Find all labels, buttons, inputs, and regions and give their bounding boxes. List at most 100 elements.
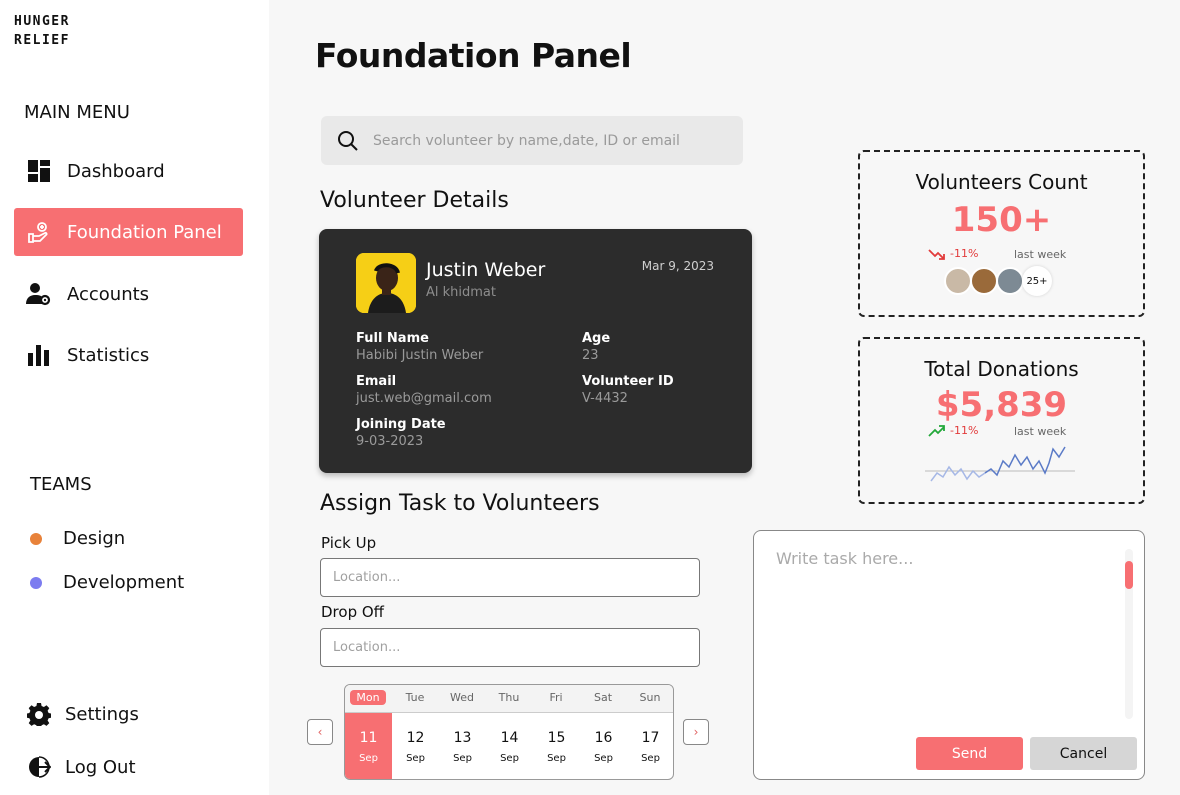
logout-label: Log Out <box>65 756 136 778</box>
calendar-header: Mon Tue Wed Thu Fri Sat Sun <box>345 685 673 713</box>
volunteer-name: Justin Weber <box>426 259 546 281</box>
brand-logo[interactable]: HUNGER RELIEF <box>14 12 70 50</box>
sidebar-item-dashboard[interactable]: Dashboard <box>14 147 243 195</box>
task-composer: Send Cancel <box>753 530 1145 780</box>
sidebar-item-label: Dashboard <box>67 160 165 182</box>
hand-heart-icon <box>26 219 52 245</box>
volunteers-count-title: Volunteers Count <box>915 170 1088 194</box>
logout-button[interactable]: Log Out <box>26 754 136 780</box>
logout-icon <box>26 754 52 780</box>
week-calendar: Mon Tue Wed Thu Fri Sat Sun 11 Sep 12 Se… <box>344 684 674 780</box>
volunteer-card: Justin Weber Al khidmat Mar 9, 2023 Full… <box>319 229 752 473</box>
joining-date-label: Joining Date <box>356 417 446 432</box>
calendar-day-15[interactable]: 15 Sep <box>533 713 580 779</box>
calendar-day-17[interactable]: 17 Sep <box>627 713 673 779</box>
main-menu-title: MAIN MENU <box>24 102 130 123</box>
settings-button[interactable]: Settings <box>26 701 139 727</box>
task-scrollbar[interactable] <box>1125 549 1133 719</box>
trend-down-icon <box>928 248 946 260</box>
cancel-button[interactable]: Cancel <box>1030 737 1137 770</box>
day-number: 11 <box>359 730 378 746</box>
total-donations-card: Total Donations $5,839 -11% last week <box>858 337 1145 504</box>
volunteer-date: Mar 9, 2023 <box>641 259 714 273</box>
calendar-day-11[interactable]: 11 Sep <box>345 713 392 779</box>
day-number: 15 <box>547 730 566 746</box>
chevron-right-icon: › <box>693 725 699 739</box>
sidebar-item-label: Foundation Panel <box>67 221 222 243</box>
team-label: Development <box>63 572 185 593</box>
sidebar-item-foundation-panel[interactable]: Foundation Panel <box>14 208 243 256</box>
gear-icon <box>26 701 52 727</box>
day-name: Thu <box>498 691 520 704</box>
day-month: Sep <box>641 753 660 764</box>
calendar-day-16[interactable]: 16 Sep <box>580 713 627 779</box>
send-button[interactable]: Send <box>916 737 1023 770</box>
donations-trend: -11% <box>928 424 978 437</box>
task-textarea[interactable] <box>776 549 1116 719</box>
sidebar-item-accounts[interactable]: Accounts <box>14 270 243 318</box>
settings-label: Settings <box>65 703 139 725</box>
sidebar-item-label: Statistics <box>67 344 150 366</box>
volunteers-count-value: 150+ <box>951 200 1052 240</box>
total-donations-value: $5,839 <box>935 385 1068 425</box>
pickup-location-input[interactable] <box>320 558 700 597</box>
sidebar: HUNGER RELIEF MAIN MENU Dashboard Founda… <box>0 0 269 795</box>
age-value: 23 <box>582 348 599 363</box>
day-number: 16 <box>594 730 613 746</box>
calendar-day-12[interactable]: 12 Sep <box>392 713 439 779</box>
dropoff-location-input[interactable] <box>320 628 700 667</box>
pickup-label: Pick Up <box>321 534 377 552</box>
avatar <box>356 253 416 313</box>
volunteer-org: Al khidmat <box>426 285 496 300</box>
team-color-dot <box>30 576 42 589</box>
avatar <box>944 267 972 295</box>
volunteers-trend: -11% <box>928 247 978 260</box>
trend-up-icon <box>928 424 946 437</box>
bar-chart-icon <box>26 342 52 368</box>
day-number: 14 <box>500 730 519 746</box>
avatar <box>996 267 1024 295</box>
full-name-value: Habibi Justin Weber <box>356 348 484 363</box>
calendar-next-button[interactable]: › <box>683 719 709 745</box>
calendar-day-14[interactable]: 14 Sep <box>486 713 533 779</box>
day-month: Sep <box>594 753 613 764</box>
search-bar[interactable] <box>321 116 743 165</box>
more-volunteers-count: 25+ <box>1022 266 1052 296</box>
sidebar-item-label: Accounts <box>67 283 150 305</box>
volunteer-id-value: V-4432 <box>582 391 628 406</box>
team-item-design[interactable]: Design <box>30 528 125 549</box>
day-month: Sep <box>406 753 425 764</box>
email-label: Email <box>356 374 397 389</box>
scrollbar-thumb[interactable] <box>1125 561 1133 589</box>
day-number: 13 <box>453 730 472 746</box>
sidebar-item-statistics[interactable]: Statistics <box>14 331 243 379</box>
day-month: Sep <box>359 753 378 764</box>
team-label: Design <box>63 528 126 549</box>
donations-sparkline <box>925 446 1075 482</box>
search-input[interactable] <box>373 132 733 149</box>
dashboard-icon <box>26 158 52 184</box>
volunteer-avatars[interactable]: 25+ <box>944 266 1052 296</box>
joining-date-value: 9-03-2023 <box>356 434 424 449</box>
calendar-prev-button[interactable]: ‹ <box>307 719 333 745</box>
volunteers-count-card: Volunteers Count 150+ -11% last week 25+ <box>858 150 1145 317</box>
total-donations-title: Total Donations <box>924 357 1079 381</box>
team-item-development[interactable]: Development <box>30 572 184 593</box>
day-name: Tue <box>405 691 425 704</box>
user-gear-icon <box>26 281 52 307</box>
calendar-day-13[interactable]: 13 Sep <box>439 713 486 779</box>
day-number: 12 <box>406 730 425 746</box>
day-name: Sun <box>639 691 661 704</box>
search-icon <box>337 130 359 152</box>
volunteers-period: last week <box>1014 248 1067 261</box>
day-name: Fri <box>549 691 563 704</box>
day-name: Mon <box>345 690 391 705</box>
avatar <box>970 267 998 295</box>
donations-trend-value: -11% <box>950 424 979 437</box>
brand-line-2: RELIEF <box>14 33 70 48</box>
teams-title: TEAMS <box>30 474 92 495</box>
email-value: just.web@gmail.com <box>356 391 492 406</box>
volunteer-id-label: Volunteer ID <box>582 374 674 389</box>
day-month: Sep <box>453 753 472 764</box>
volunteer-details-title: Volunteer Details <box>320 188 509 213</box>
